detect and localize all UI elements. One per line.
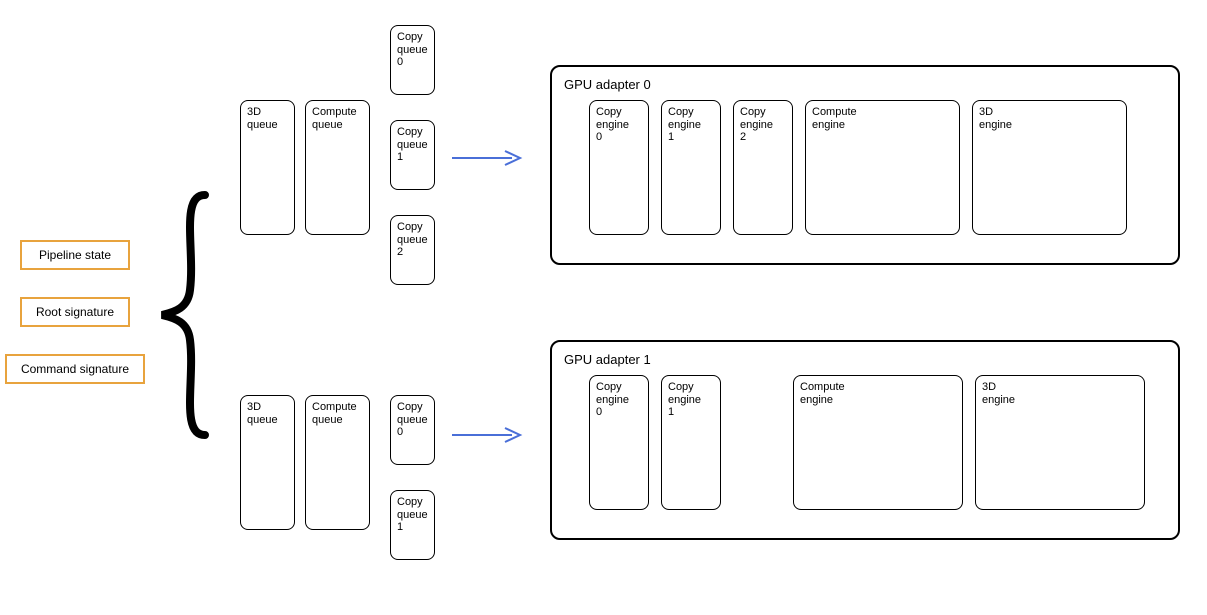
label-pipeline-state: Pipeline state — [20, 240, 130, 270]
gpu-adapter-0-title: GPU adapter 0 — [564, 77, 1166, 92]
engine-3d-a0: 3Dengine — [972, 100, 1127, 235]
engine-3d-a1: 3Dengine — [975, 375, 1145, 510]
arrow-icon — [450, 425, 530, 445]
engine-copy1-a1: Copyengine1 — [661, 375, 721, 510]
gpu-adapter-0-engines: Copyengine0 Copyengine1 Copyengine2 Comp… — [564, 100, 1166, 235]
gpu-adapter-1-title: GPU adapter 1 — [564, 352, 1166, 367]
label-root-signature: Root signature — [20, 297, 130, 327]
queue-copy2-top: Copyqueue2 — [390, 215, 435, 285]
engine-copy0-a0: Copyengine0 — [589, 100, 649, 235]
label-command-signature: Command signature — [5, 354, 145, 384]
queue-copy0-bottom: Copyqueue0 — [390, 395, 435, 465]
brace-icon — [150, 190, 230, 440]
engine-compute-a1: Computeengine — [793, 375, 963, 510]
queue-compute-top: Computequeue — [305, 100, 370, 235]
engine-compute-a0: Computeengine — [805, 100, 960, 235]
gpu-adapter-0: GPU adapter 0 Copyengine0 Copyengine1 Co… — [550, 65, 1180, 265]
queue-copy1-bottom: Copyqueue1 — [390, 490, 435, 560]
arrow-icon — [450, 148, 530, 168]
queue-3d-top: 3Dqueue — [240, 100, 295, 235]
queue-copy1-top: Copyqueue1 — [390, 120, 435, 190]
engine-copy0-a1: Copyengine0 — [589, 375, 649, 510]
queue-compute-bottom: Computequeue — [305, 395, 370, 530]
gpu-adapter-1-engines: Copyengine0 Copyengine1 Computeengine 3D… — [564, 375, 1166, 510]
queue-3d-bottom: 3Dqueue — [240, 395, 295, 530]
gpu-adapter-1: GPU adapter 1 Copyengine0 Copyengine1 Co… — [550, 340, 1180, 540]
engine-copy1-a0: Copyengine1 — [661, 100, 721, 235]
engine-copy2-a0: Copyengine2 — [733, 100, 793, 235]
queue-copy0-top: Copyqueue0 — [390, 25, 435, 95]
